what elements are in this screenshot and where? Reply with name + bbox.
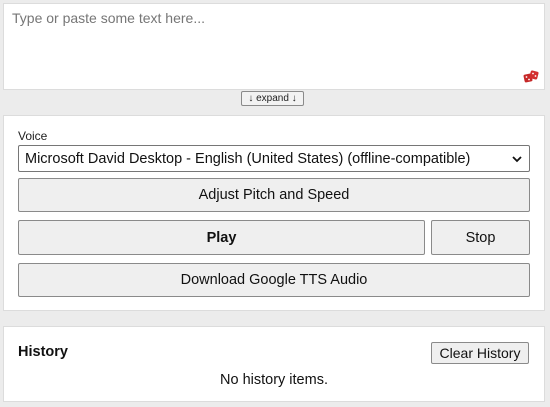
voice-select[interactable]: Microsoft David Desktop - English (Unite… — [18, 145, 530, 172]
controls-panel: Voice Microsoft David Desktop - English … — [3, 115, 545, 311]
clear-history-button[interactable]: Clear History — [431, 342, 529, 364]
stop-button[interactable]: Stop — [431, 220, 530, 255]
play-button[interactable]: Play — [18, 220, 425, 255]
text-input-panel — [3, 3, 545, 90]
history-empty-message: No history items. — [220, 372, 328, 388]
voice-label: Voice — [18, 129, 48, 143]
text-input[interactable] — [4, 4, 544, 89]
history-title: History — [18, 344, 68, 360]
history-panel: History Clear History No history items. — [3, 326, 545, 402]
voice-selected-value: Microsoft David Desktop - English (Unite… — [25, 150, 471, 167]
dice-icon[interactable] — [523, 70, 539, 84]
download-tts-audio-button[interactable]: Download Google TTS Audio — [18, 263, 530, 297]
adjust-pitch-speed-button[interactable]: Adjust Pitch and Speed — [18, 178, 530, 212]
expand-button[interactable]: ↓ expand ↓ — [241, 91, 304, 106]
chevron-down-icon — [512, 155, 522, 162]
